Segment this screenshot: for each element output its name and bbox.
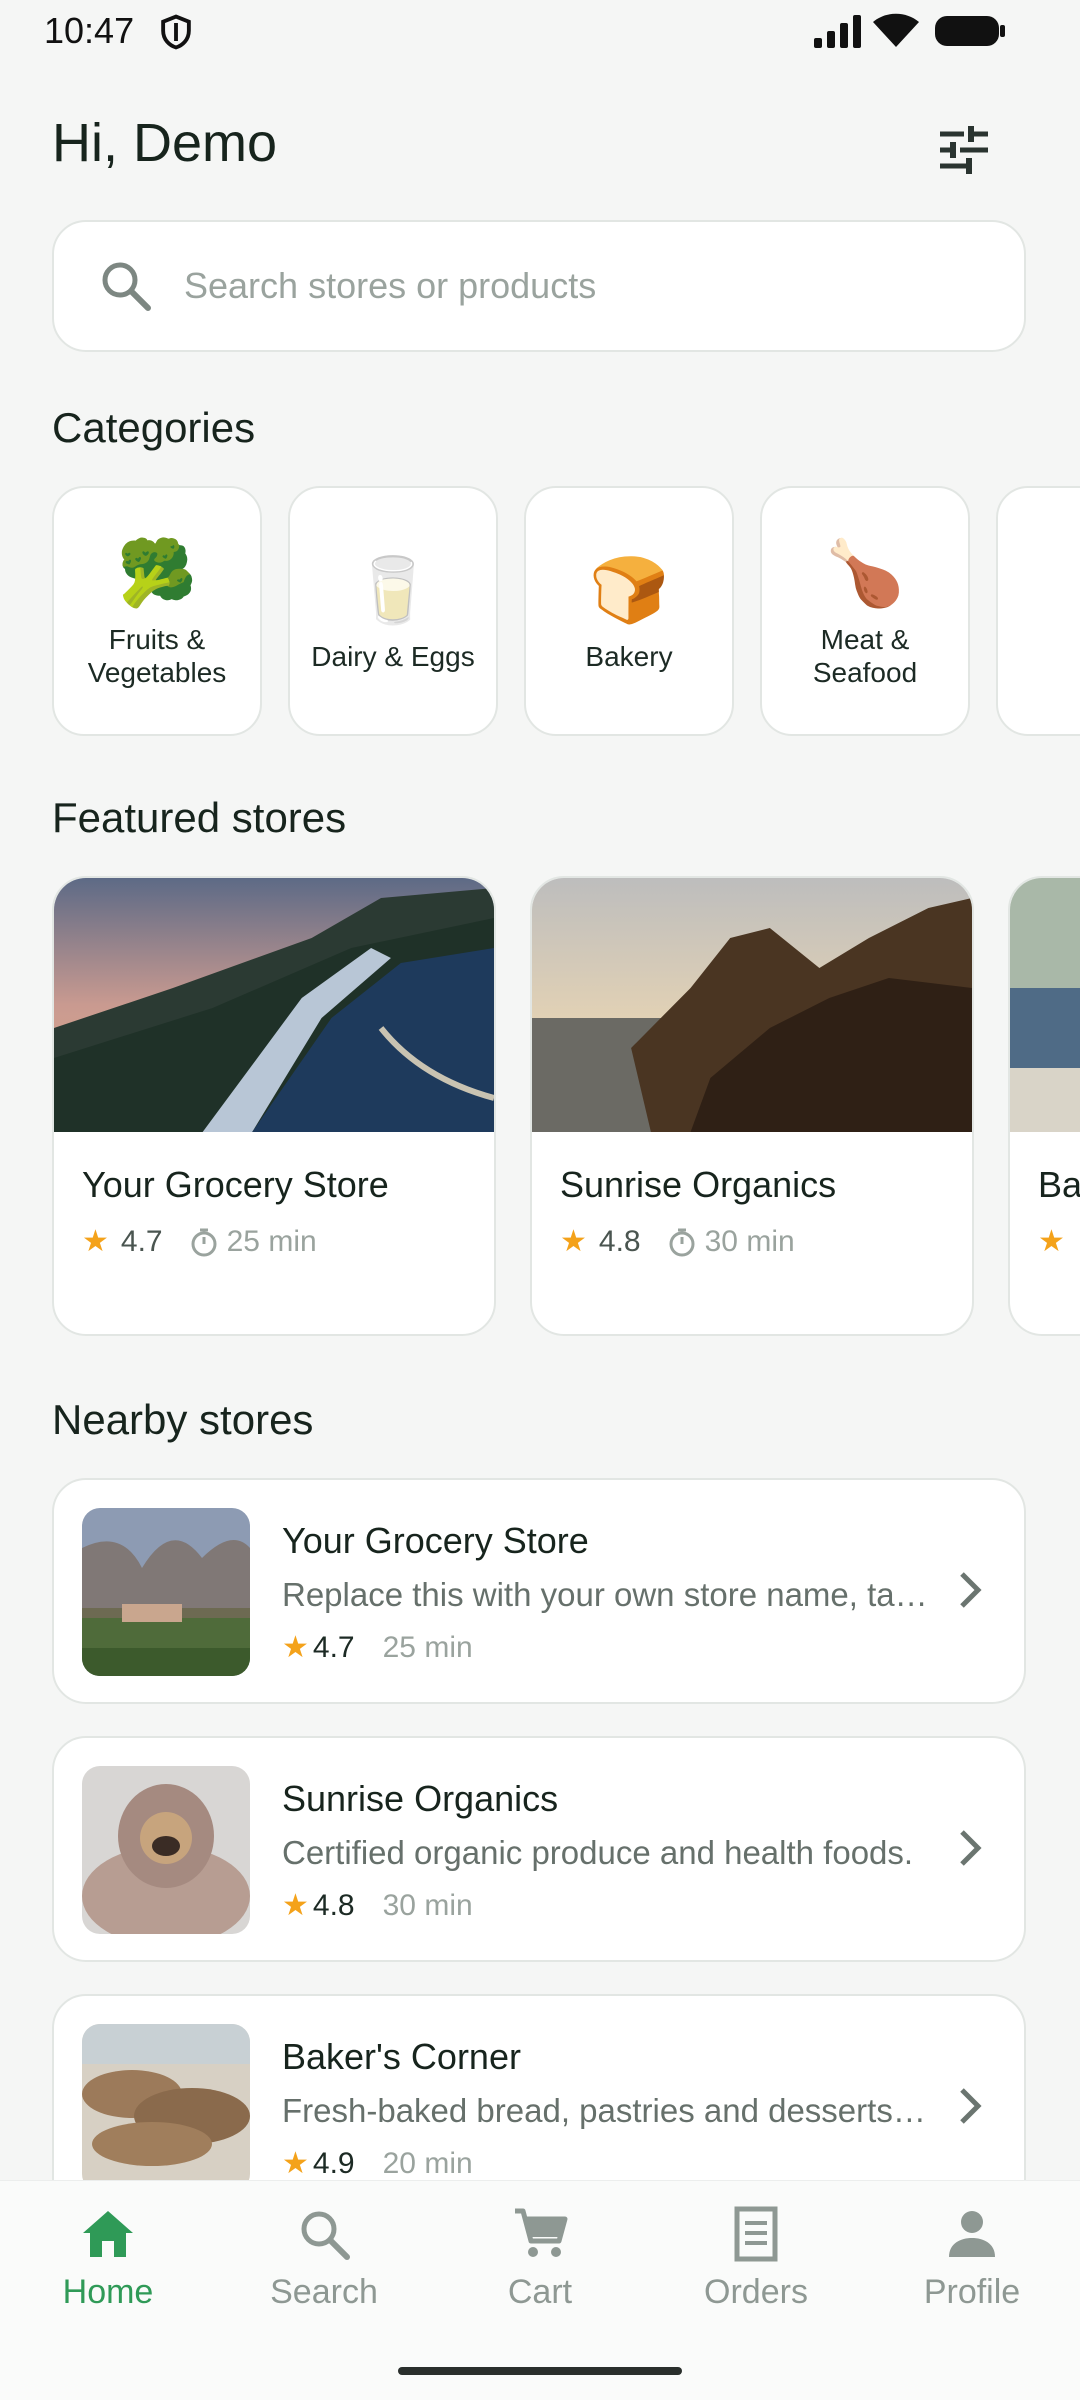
nav-label: Profile	[923, 2273, 1021, 2311]
store-thumbnail	[82, 1766, 250, 1934]
store-meta: ★ 4.8 30 min	[282, 1888, 473, 1923]
tune-icon	[940, 126, 988, 174]
nav-label: Search	[270, 2273, 378, 2311]
store-rating: 4.7	[312, 1630, 355, 1664]
store-rating: 4.8	[312, 1888, 355, 1922]
nav-label: Home	[62, 2273, 154, 2311]
drumstick-icon: 🍗	[825, 537, 905, 609]
timer-icon	[669, 1228, 695, 1256]
nearby-title: Nearby stores	[52, 1396, 314, 1443]
greeting-title: Hi, Demo	[52, 113, 278, 173]
bottom-navigation: Home Search Cart Orders Profile	[0, 2180, 1080, 2400]
nav-search[interactable]: Search	[224, 2205, 424, 2335]
store-thumbnail	[82, 2024, 250, 2192]
store-rating: 4.8	[598, 1224, 641, 1258]
store-time: 30 min	[704, 1224, 795, 1258]
nav-orders[interactable]: Orders	[656, 2205, 856, 2335]
milk-glass-icon: 🥛	[353, 553, 433, 626]
home-icon	[83, 2211, 133, 2257]
battery-icon	[935, 16, 1005, 46]
store-description: Fresh-baked bread, pastries and desserts…	[282, 2092, 932, 2129]
category-label: Meat & Seafood	[812, 624, 918, 688]
signal-icon	[814, 15, 861, 48]
featured-store-card[interactable]: Sunrise Organics ★ 4.8 30 min	[530, 876, 974, 1336]
store-description: Replace this with your own store name, t…	[282, 1576, 932, 1613]
nav-cart[interactable]: Cart	[440, 2205, 640, 2335]
cup-icon: 🥤	[1061, 550, 1080, 630]
featured-store-card[interactable]: Your Grocery Store ★ 4.7 25 min	[52, 876, 496, 1336]
wifi-icon	[873, 13, 919, 47]
store-time: 30 min	[382, 1888, 473, 1922]
bread-icon: 🍞	[589, 553, 669, 626]
nav-label: Orders	[704, 2273, 808, 2311]
star-icon: ★	[282, 2147, 309, 2180]
store-description: Certified organic produce and health foo…	[282, 1834, 914, 1871]
category-label: Dairy & Eggs	[311, 640, 475, 672]
chevron-right-icon	[960, 2088, 982, 2124]
category-bakery[interactable]: 🍞 Bakery	[524, 486, 734, 736]
nav-home[interactable]: Home	[8, 2205, 208, 2335]
featured-title: Featured stores	[52, 794, 347, 841]
search-icon	[102, 262, 151, 311]
search-icon	[301, 2211, 350, 2260]
search-box[interactable]	[52, 220, 1026, 352]
store-rating: 4.9	[312, 2146, 355, 2180]
store-meta: ★ 4.7 25 min	[282, 1630, 473, 1665]
store-image	[54, 878, 494, 1132]
chevron-right-icon	[960, 1830, 982, 1866]
store-name: Your Grocery Store	[282, 1520, 589, 1561]
store-meta: ★ 4.9 20 min	[282, 2146, 473, 2181]
receipt-icon	[734, 2206, 778, 2262]
broccoli-icon: 🥦	[117, 537, 197, 609]
store-time: 25 min	[226, 1224, 317, 1258]
category-label: Fr	[1006, 640, 1080, 673]
category-label: Bakery	[585, 640, 673, 672]
filter-button[interactable]	[932, 118, 996, 182]
store-rating: 4.7	[120, 1224, 163, 1258]
nearby-store-card[interactable]: Sunrise Organics Certified organic produ…	[52, 1736, 1026, 1962]
store-time: 20 min	[382, 2146, 473, 2180]
star-icon: ★	[1038, 1225, 1065, 1258]
store-meta: ★ 4.7 25 min	[82, 1224, 317, 1259]
search-input[interactable]	[184, 265, 964, 307]
store-meta: ★	[1038, 1224, 1077, 1259]
status-bar: 10:47	[0, 0, 1080, 64]
nearby-store-card[interactable]: Your Grocery Store Replace this with you…	[52, 1478, 1026, 1704]
store-thumbnail	[82, 1508, 250, 1676]
chevron-right-icon	[960, 1572, 982, 1608]
home-indicator[interactable]	[398, 2367, 682, 2375]
category-meat-seafood[interactable]: 🍗 Meat & Seafood	[760, 486, 970, 736]
status-time: 10:47	[44, 10, 135, 51]
store-image	[532, 878, 972, 1132]
star-icon: ★	[282, 1631, 309, 1664]
store-name: Sunrise Organics	[560, 1164, 837, 1205]
categories-list: 🥦 Fruits & Vegetables 🥛 Dairy & Eggs 🍞 B…	[52, 486, 1080, 738]
app-screen: 10:47 Hi, Demo Search stores or products…	[0, 0, 1080, 2400]
timer-icon	[191, 1228, 217, 1256]
category-label: Fruits & Vegetables	[87, 624, 227, 688]
store-time: 25 min	[382, 1630, 473, 1664]
person-icon	[949, 2211, 995, 2257]
star-icon: ★	[282, 1889, 309, 1922]
store-name: Your Grocery Store	[82, 1164, 389, 1205]
store-name: Baker's Corner	[282, 2036, 521, 2077]
category-fruits-vegetables[interactable]: 🥦 Fruits & Vegetables	[52, 486, 262, 736]
categories-title: Categories	[52, 404, 256, 451]
store-meta: ★ 4.8 30 min	[560, 1224, 795, 1259]
star-icon: ★	[82, 1225, 109, 1258]
category-dairy-eggs[interactable]: 🥛 Dairy & Eggs	[288, 486, 498, 736]
shield-icon	[161, 14, 191, 50]
category-partial[interactable]: 🥤 Fr	[996, 486, 1080, 736]
cart-icon	[515, 2208, 568, 2257]
store-image	[1010, 878, 1080, 1132]
star-icon: ★	[560, 1225, 587, 1258]
featured-stores-list: Your Grocery Store ★ 4.7 25 min Sunrise …	[52, 876, 1080, 1340]
featured-store-card[interactable]: Ba ★	[1008, 876, 1080, 1336]
nav-profile[interactable]: Profile	[872, 2205, 1072, 2335]
store-name: Sunrise Organics	[282, 1778, 559, 1819]
nav-label: Cart	[507, 2273, 573, 2311]
store-name: Ba	[1038, 1164, 1080, 1205]
